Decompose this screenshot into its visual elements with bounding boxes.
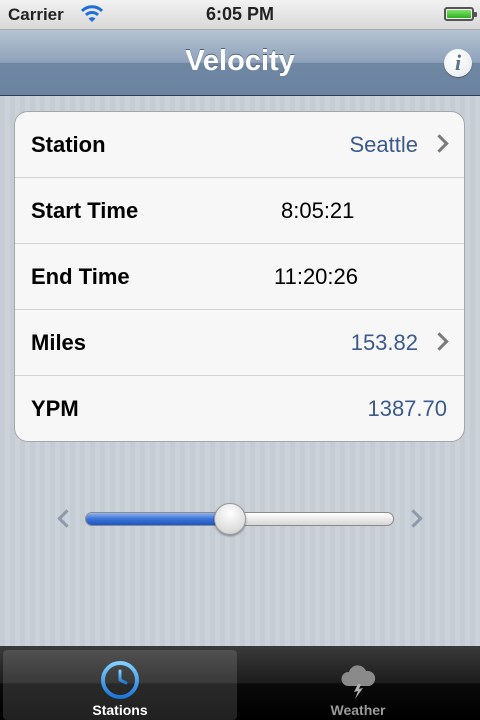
- tab-bar: Stations Weather: [0, 646, 480, 720]
- settings-table: Station Seattle Start Time 8:05:21 End T…: [14, 111, 465, 442]
- chevron-left-icon[interactable]: [57, 509, 76, 528]
- slider-thumb[interactable]: [214, 503, 247, 535]
- table-row-ypm: YPM 1387.70: [15, 376, 464, 441]
- table-row-station[interactable]: Station Seattle: [15, 112, 464, 178]
- row-value: 11:20:26: [274, 264, 359, 289]
- storm-cloud-icon: [338, 660, 378, 705]
- table-row-start-time: Start Time 8:05:21: [15, 178, 464, 244]
- row-label: Miles: [31, 330, 87, 355]
- tab-label: Stations: [92, 702, 148, 718]
- row-label: YPM: [31, 396, 79, 421]
- chevron-right-icon[interactable]: [404, 509, 423, 528]
- chevron-right-icon: [430, 134, 449, 153]
- row-label: Station: [31, 132, 106, 157]
- tab-stations[interactable]: Stations: [3, 650, 237, 720]
- slider-area: [0, 490, 480, 550]
- row-value: 8:05:21: [281, 198, 355, 223]
- status-time: 6:05 PM: [205, 4, 275, 24]
- row-label: Start Time: [31, 198, 139, 223]
- clock-icon: [100, 660, 140, 705]
- info-icon[interactable]: i: [444, 49, 472, 77]
- table-row-end-time: End Time 11:20:26: [15, 244, 464, 310]
- slider-fill: [86, 513, 232, 525]
- row-value: Seattle: [349, 132, 419, 157]
- status-bar: Carrier 6:05 PM: [0, 0, 480, 30]
- table-row-miles[interactable]: Miles 153.82: [15, 310, 464, 376]
- battery-icon: [444, 7, 477, 21]
- chevron-right-icon: [430, 332, 449, 351]
- navigation-bar: Velocity i: [0, 30, 480, 96]
- row-value: 153.82: [350, 330, 418, 355]
- row-label: End Time: [31, 264, 130, 289]
- row-value: 1387.70: [367, 396, 447, 421]
- tab-weather[interactable]: Weather: [241, 650, 475, 720]
- tab-label: Weather: [330, 702, 386, 718]
- page-title: Velocity: [185, 45, 295, 77]
